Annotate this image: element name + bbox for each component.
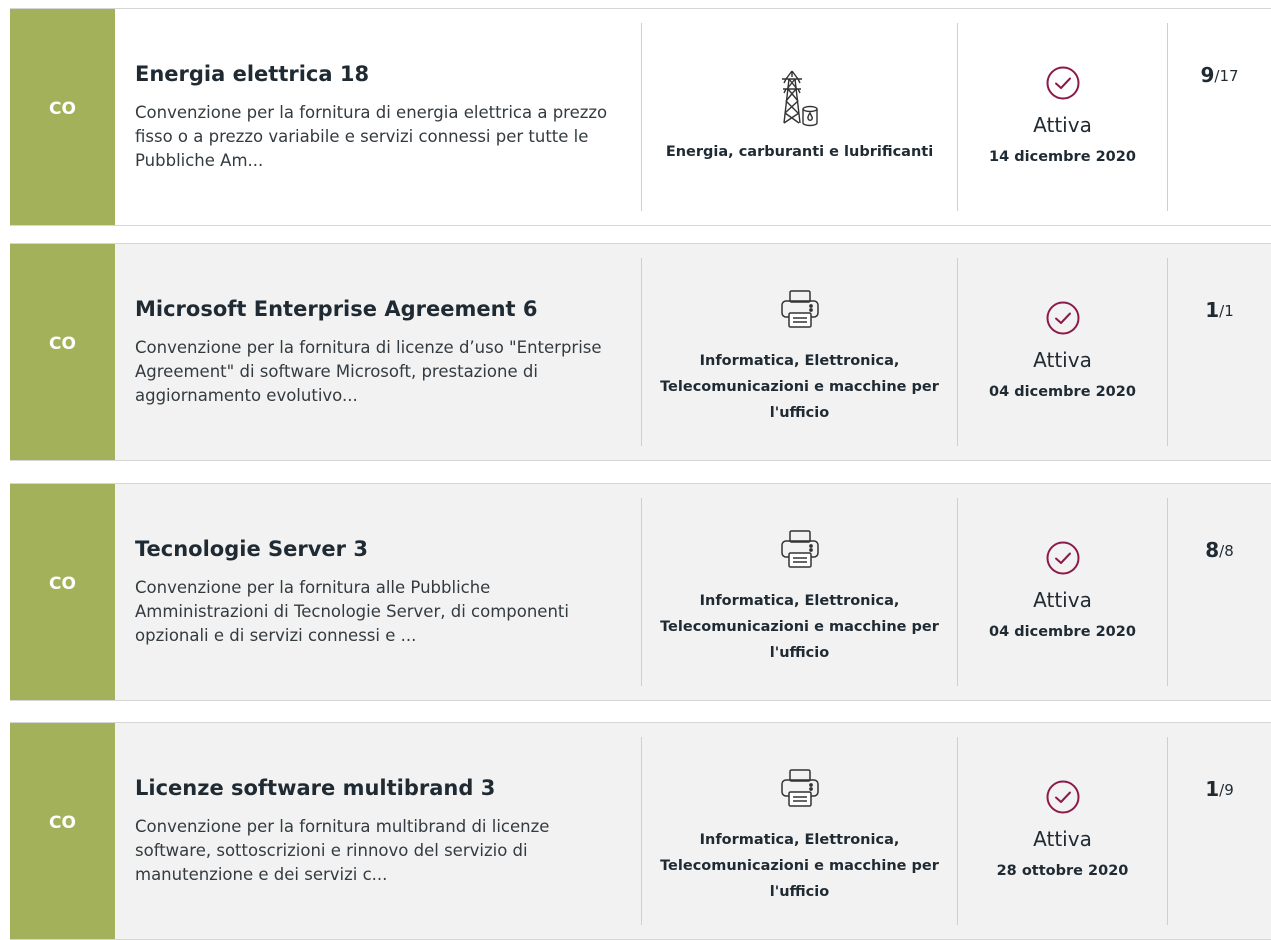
lots-count: 8/8 bbox=[1168, 484, 1271, 700]
type-badge: CO bbox=[10, 244, 115, 460]
item-status: Attiva 04 dicembre 2020 bbox=[958, 484, 1167, 700]
printer-icon bbox=[778, 278, 822, 340]
category-label: Informatica, Elettronica, Telecomunicazi… bbox=[660, 593, 939, 661]
item-main: Microsoft Enterprise Agreement 6 Convenz… bbox=[115, 244, 641, 460]
item-category: Informatica, Elettronica, Telecomunicazi… bbox=[642, 244, 957, 460]
item-status: Attiva 04 dicembre 2020 bbox=[958, 244, 1167, 460]
item-title[interactable]: Energia elettrica 18 bbox=[135, 61, 623, 87]
status-text: Attiva bbox=[1033, 827, 1092, 851]
lots-count: 1/9 bbox=[1168, 723, 1271, 939]
lots-count: 9/17 bbox=[1168, 9, 1271, 225]
item-category: Energia, carburanti e lubrificanti bbox=[642, 9, 957, 225]
status-date: 28 ottobre 2020 bbox=[996, 863, 1129, 879]
item-title[interactable]: Tecnologie Server 3 bbox=[135, 536, 623, 562]
check-circle-icon bbox=[1046, 541, 1079, 575]
check-circle-icon bbox=[1046, 66, 1079, 100]
category-label: Informatica, Elettronica, Telecomunicazi… bbox=[660, 832, 939, 900]
status-date: 04 dicembre 2020 bbox=[989, 624, 1136, 640]
status-text: Attiva bbox=[1033, 113, 1092, 137]
count-active: 8 bbox=[1205, 538, 1220, 562]
status-date: 14 dicembre 2020 bbox=[989, 149, 1136, 165]
list-item[interactable]: CO Licenze software multibrand 3 Convenz… bbox=[10, 722, 1271, 940]
item-status: Attiva 28 ottobre 2020 bbox=[958, 723, 1167, 939]
status-date: 04 dicembre 2020 bbox=[989, 384, 1136, 400]
item-description: Convenzione per la fornitura di licenze … bbox=[135, 338, 602, 405]
category-label: Energia, carburanti e lubrificanti bbox=[665, 144, 934, 160]
item-description: Convenzione per la fornitura di energia … bbox=[135, 103, 608, 170]
item-status: Attiva 14 dicembre 2020 bbox=[958, 9, 1167, 225]
count-total: /17 bbox=[1214, 67, 1239, 85]
type-badge: CO bbox=[10, 9, 115, 225]
count-total: /1 bbox=[1219, 302, 1234, 320]
item-title[interactable]: Licenze software multibrand 3 bbox=[135, 775, 623, 801]
check-circle-icon bbox=[1046, 301, 1079, 335]
count-active: 1 bbox=[1205, 777, 1220, 801]
printer-icon bbox=[778, 757, 822, 819]
status-text: Attiva bbox=[1033, 348, 1092, 372]
status-text: Attiva bbox=[1033, 588, 1092, 612]
list-item[interactable]: CO Microsoft Enterprise Agreement 6 Conv… bbox=[10, 243, 1271, 461]
count-total: /9 bbox=[1219, 781, 1234, 799]
check-circle-icon bbox=[1046, 780, 1079, 814]
category-label: Informatica, Elettronica, Telecomunicazi… bbox=[660, 353, 939, 421]
count-active: 9 bbox=[1200, 63, 1215, 87]
type-badge: CO bbox=[10, 723, 115, 939]
item-description: Convenzione per la fornitura alle Pubbli… bbox=[135, 578, 569, 645]
item-category: Informatica, Elettronica, Telecomunicazi… bbox=[642, 484, 957, 700]
item-category: Informatica, Elettronica, Telecomunicazi… bbox=[642, 723, 957, 939]
item-title[interactable]: Microsoft Enterprise Agreement 6 bbox=[135, 296, 623, 322]
count-total: /8 bbox=[1219, 542, 1234, 560]
item-main: Energia elettrica 18 Convenzione per la … bbox=[115, 9, 641, 225]
item-main: Licenze software multibrand 3 Convenzion… bbox=[115, 723, 641, 939]
type-badge: CO bbox=[10, 484, 115, 700]
item-description: Convenzione per la fornitura multibrand … bbox=[135, 817, 550, 884]
list-item[interactable]: CO Tecnologie Server 3 Convenzione per l… bbox=[10, 483, 1271, 701]
item-main: Tecnologie Server 3 Convenzione per la f… bbox=[115, 484, 641, 700]
list-item[interactable]: CO Energia elettrica 18 Convenzione per … bbox=[10, 8, 1271, 226]
power-tower-icon bbox=[778, 69, 822, 131]
printer-icon bbox=[778, 518, 822, 580]
lots-count: 1/1 bbox=[1168, 244, 1271, 460]
count-active: 1 bbox=[1205, 298, 1220, 322]
